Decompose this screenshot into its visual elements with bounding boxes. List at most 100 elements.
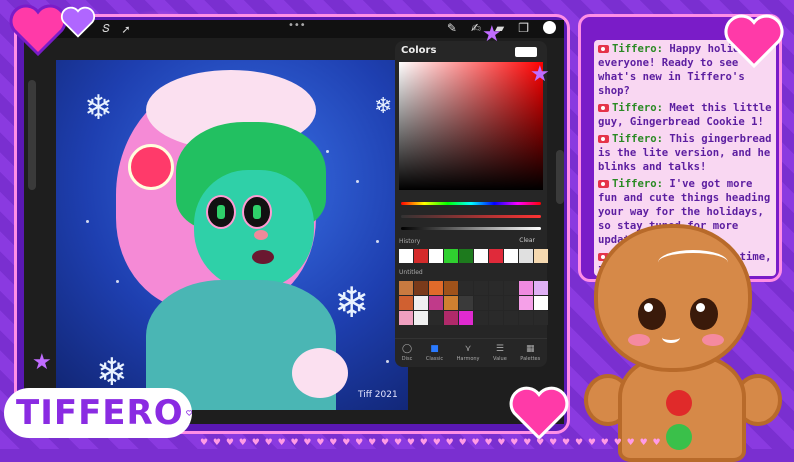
history-swatch[interactable] xyxy=(399,249,413,263)
palette-label: Untitled xyxy=(399,269,423,276)
brightness-slider[interactable] xyxy=(401,227,541,230)
palette-swatch[interactable] xyxy=(399,311,413,325)
palette-swatch[interactable] xyxy=(414,296,428,310)
palette-swatch[interactable] xyxy=(474,281,488,295)
harmony-icon: ⋎ xyxy=(464,344,472,354)
history-swatch[interactable] xyxy=(489,249,503,263)
history-swatch[interactable] xyxy=(459,249,473,263)
artwork-mouth xyxy=(252,250,274,264)
palette-swatch[interactable] xyxy=(459,296,473,310)
history-swatch[interactable] xyxy=(414,249,428,263)
adjustments-icon[interactable]: 𝑆 xyxy=(100,22,112,35)
brush-size-slider[interactable] xyxy=(28,80,36,190)
value-icon: ☰ xyxy=(495,344,504,354)
tab-palettes[interactable]: ▦ Palettes xyxy=(520,344,540,362)
artwork-right-eye xyxy=(242,195,272,229)
palette-swatch[interactable] xyxy=(534,296,548,310)
gingerbread-icing xyxy=(658,250,728,275)
saturation-brightness-picker[interactable] xyxy=(399,62,543,190)
palette-swatch[interactable] xyxy=(504,311,518,325)
palette-swatch[interactable] xyxy=(504,296,518,310)
gingerbread-right-eye xyxy=(690,298,718,330)
youtube-icon xyxy=(598,45,609,53)
palette-swatch[interactable] xyxy=(519,281,533,295)
history-swatch[interactable] xyxy=(444,249,458,263)
gingerbread-smile xyxy=(662,332,680,343)
star-icon: ★ xyxy=(482,22,502,47)
history-swatch[interactable] xyxy=(519,249,533,263)
palette-swatch[interactable] xyxy=(429,296,443,310)
palette-swatch[interactable] xyxy=(429,311,443,325)
colors-panel: Colors History Clear Untitled ◯ Disc ■ Clas… xyxy=(395,41,548,367)
snowflake-icon: ❄ xyxy=(374,94,393,119)
gingerbread-mascot xyxy=(578,224,784,462)
layers-icon[interactable]: ❐ xyxy=(518,21,529,35)
palette-swatch[interactable] xyxy=(459,311,473,325)
tiffero-logo: TIFFERO xyxy=(4,388,192,438)
chat-username: Tiffero: xyxy=(612,178,670,190)
gingerbread-right-cheek xyxy=(702,334,724,346)
snow-dot xyxy=(86,220,89,223)
palette-swatch[interactable] xyxy=(399,281,413,295)
gingerbread-left-cheek xyxy=(628,334,650,346)
color-mode-tabs: ◯ Disc ■ Classic ⋎ Harmony ☰ Value ▦ Palettes xyxy=(395,338,547,367)
history-swatch[interactable] xyxy=(474,249,488,263)
palette-swatch[interactable] xyxy=(414,281,428,295)
youtube-icon xyxy=(598,104,609,112)
more-menu-icon[interactable]: ••• xyxy=(288,20,306,31)
clear-history-button[interactable]: Clear xyxy=(519,237,535,244)
tab-label: Value xyxy=(493,356,507,362)
artwork-canvas[interactable]: ❄ ❄ ❄ ❄ Tiff 2021 xyxy=(56,60,408,410)
palette-swatch[interactable] xyxy=(444,281,458,295)
tab-disc[interactable]: ◯ Disc xyxy=(402,344,413,362)
palette-swatch[interactable] xyxy=(489,296,503,310)
palette-swatch[interactable] xyxy=(474,296,488,310)
history-swatch[interactable] xyxy=(429,249,443,263)
palette-swatch[interactable] xyxy=(474,311,488,325)
palette-swatch[interactable] xyxy=(489,311,503,325)
palette-swatch[interactable] xyxy=(504,281,518,295)
color-picker-button[interactable] xyxy=(543,21,556,34)
artwork-nose xyxy=(254,230,268,240)
history-swatch[interactable] xyxy=(534,249,548,263)
chat-message: Tiffero: Meet this little guy, Gingerbre… xyxy=(598,101,772,129)
palette-swatch[interactable] xyxy=(459,281,473,295)
color-history xyxy=(399,249,548,263)
artist-signature: Tiff 2021 xyxy=(358,390,398,400)
snow-dot xyxy=(376,240,379,243)
palette-swatch[interactable] xyxy=(399,296,413,310)
artwork-ornament xyxy=(128,144,174,190)
tab-harmony[interactable]: ⋎ Harmony xyxy=(457,344,480,362)
tab-classic[interactable]: ■ Classic xyxy=(426,344,443,362)
tab-value[interactable]: ☰ Value xyxy=(493,344,507,362)
heart-icon xyxy=(509,386,569,440)
smudge-icon[interactable]: ✍ xyxy=(471,21,481,35)
disc-icon: ◯ xyxy=(402,344,413,354)
snow-dot xyxy=(386,360,389,363)
procreate-window: 𝑆 ➚ ••• ✎ ✍ ▰ ❐ ❄ ❄ ❄ ❄ Tiff 2021 Colors… xyxy=(24,20,564,424)
brush-icon[interactable]: ✎ xyxy=(447,21,457,35)
palette-swatch[interactable] xyxy=(414,311,428,325)
palette-swatch[interactable] xyxy=(489,281,503,295)
palette-swatch[interactable] xyxy=(534,311,548,325)
selection-arrow-icon[interactable]: ➚ xyxy=(120,23,132,36)
colors-panel-title: Colors xyxy=(401,45,437,56)
gingerbread-left-eye xyxy=(638,298,666,330)
chat-message: Tiffero: This gingerbread is the lite ve… xyxy=(598,132,772,174)
hue-slider[interactable] xyxy=(401,202,541,205)
opacity-slider[interactable] xyxy=(556,150,564,204)
current-color-swatch[interactable] xyxy=(515,47,537,57)
snow-dot xyxy=(356,180,359,183)
palette-swatch[interactable] xyxy=(444,311,458,325)
palette-swatch[interactable] xyxy=(444,296,458,310)
color-palette xyxy=(399,281,548,325)
tab-label: Classic xyxy=(425,356,444,362)
palette-swatch[interactable] xyxy=(534,281,548,295)
history-swatch[interactable] xyxy=(504,249,518,263)
gingerbread-head xyxy=(594,224,752,372)
youtube-icon xyxy=(598,180,609,188)
saturation-slider[interactable] xyxy=(401,215,541,218)
palette-swatch[interactable] xyxy=(519,311,533,325)
palette-swatch[interactable] xyxy=(519,296,533,310)
palette-swatch[interactable] xyxy=(429,281,443,295)
